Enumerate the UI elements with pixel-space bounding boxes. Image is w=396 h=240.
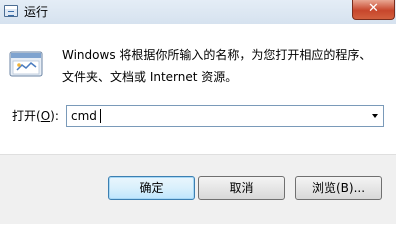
open-label: 打开(O): [12,108,59,124]
open-input[interactable] [71,108,361,124]
run-program-icon [9,51,43,77]
dialog-footer: 确定 取消 浏览(B)... [0,154,396,224]
close-button[interactable]: ✕ [352,0,395,20]
dialog-description: Windows 将根据你所输入的名称，为您打开相应的程序、 文件夹、文档或 In… [62,44,382,88]
open-label-suffix: ): [50,109,59,123]
run-dialog: 运行 ✕ Windows 将根据你所输入的名称，为您打开相应的程序、 文件夹、文… [0,0,396,224]
open-combobox[interactable] [66,105,384,127]
description-line-1: Windows 将根据你所输入的名称，为您打开相应的程序、 [62,48,372,62]
cancel-button[interactable]: 取消 [198,176,285,200]
run-window-icon [4,5,18,17]
text-caret [100,109,101,123]
browse-button[interactable]: 浏览(B)... [295,176,382,200]
window-title: 运行 [24,5,49,19]
description-line-2: 文件夹、文档或 Internet 资源。 [62,70,238,84]
chevron-down-icon[interactable] [372,114,378,118]
title-bar[interactable]: 运行 ✕ [0,0,396,24]
open-label-prefix: 打开( [12,109,41,123]
open-label-accesskey: O [40,109,51,123]
ok-button[interactable]: 确定 [108,176,195,200]
